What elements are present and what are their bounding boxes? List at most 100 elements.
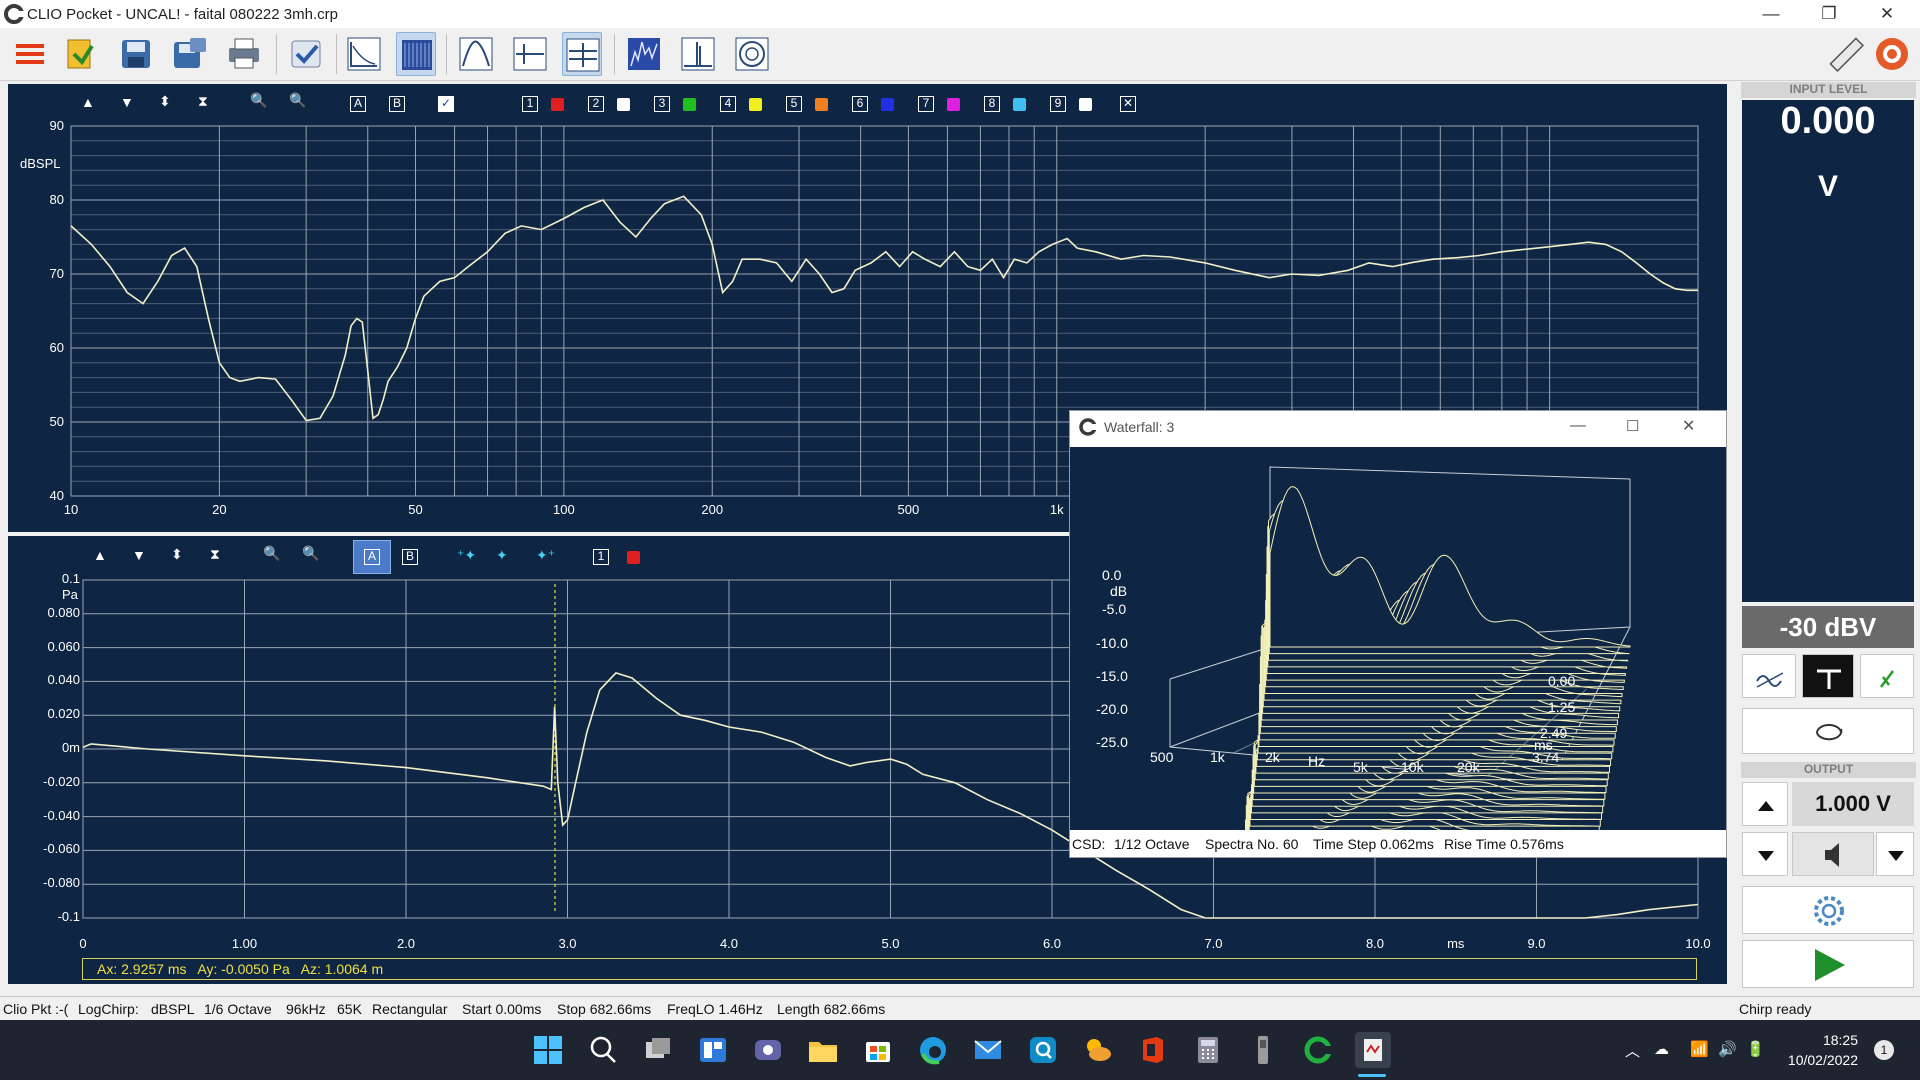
waterfall-db-label: -5.0 <box>1102 601 1127 617</box>
help-icon[interactable] <box>1872 32 1912 76</box>
impedance-icon[interactable] <box>510 32 550 76</box>
x-tick-label: 3.0 <box>558 936 577 951</box>
impulse-icon[interactable] <box>678 32 718 76</box>
status-item: Length 682.66ms <box>777 1001 886 1017</box>
office-icon[interactable] <box>1135 1032 1171 1068</box>
waveform-icon[interactable] <box>562 32 602 76</box>
autorange-button[interactable] <box>1860 654 1914 698</box>
clock-date[interactable]: 10/02/2022 <box>1778 1052 1858 1068</box>
start-icon[interactable] <box>530 1032 566 1068</box>
clio-app-icon[interactable] <box>1300 1032 1336 1068</box>
x-tick-label: 2.0 <box>396 936 416 951</box>
status-item: 1/6 Octave <box>204 1001 272 1017</box>
wifi-icon[interactable]: 📶 <box>1690 1040 1709 1058</box>
waterfall-time-step: Time Step 0.062ms <box>1313 836 1434 852</box>
clock-time[interactable]: 18:25 <box>1788 1032 1858 1048</box>
battery-icon[interactable]: 🔋 <box>1746 1040 1765 1058</box>
waterfall-csd-label: CSD: <box>1072 836 1106 852</box>
store-icon[interactable] <box>860 1032 896 1068</box>
y-tick-label: 0.1 <box>61 571 80 586</box>
edge-icon[interactable] <box>915 1032 951 1068</box>
output-down-button[interactable] <box>1742 832 1788 876</box>
search-icon[interactable] <box>585 1032 621 1068</box>
ruler-icon[interactable] <box>1826 32 1866 76</box>
status-item: FreqLO 1.46Hz <box>667 1001 763 1017</box>
input-filter-button[interactable] <box>1742 654 1796 698</box>
waterfall-freq-label: 1k <box>1210 749 1225 765</box>
x-tick-label: 1.00 <box>231 936 258 951</box>
print-icon[interactable] <box>224 32 264 76</box>
waterfall-time-label: 3.74 <box>1532 749 1560 765</box>
output-label: OUTPUT <box>1741 762 1916 778</box>
volume-icon[interactable]: 🔊 <box>1718 1040 1737 1058</box>
speaker-button[interactable] <box>1792 832 1874 876</box>
save-as-icon[interactable] <box>170 32 210 76</box>
x-tick-label: 20 <box>212 502 227 517</box>
y-tick-label: 0m <box>61 740 80 755</box>
y-tick-label: 90 <box>49 118 64 133</box>
task-view-icon[interactable] <box>640 1032 676 1068</box>
status-item: LogChirp: <box>78 1001 139 1017</box>
x-tick-label: 7.0 <box>1204 936 1223 951</box>
cursor-readout-box: Ax: 2.9257 ms Ay: -0.0050 Pa Az: 1.0064 … <box>82 958 1697 980</box>
input-level-label: INPUT LEVEL <box>1741 82 1916 98</box>
active-indicator <box>1358 1074 1386 1077</box>
chevron-up-icon[interactable]: ︿ <box>1625 1040 1640 1061</box>
waterfall-close-button[interactable]: ✕ <box>1682 416 1695 436</box>
status-item: Start 0.00ms <box>462 1001 542 1017</box>
cursor-readout: Ax: 2.9257 ms Ay: -0.0050 Pa Az: 1.0064 … <box>97 961 384 977</box>
play-button[interactable] <box>1742 940 1914 988</box>
status-item: 96kHz <box>286 1001 326 1017</box>
waterfall-maximize-button[interactable]: ☐ <box>1626 417 1639 435</box>
output-dropdown-button[interactable] <box>1876 832 1914 876</box>
waterfall-icon[interactable] <box>624 32 664 76</box>
settings-button[interactable] <box>1742 886 1914 934</box>
teams-chat-icon[interactable] <box>750 1032 786 1068</box>
mail-icon[interactable] <box>970 1032 1006 1068</box>
quickassist-icon[interactable] <box>1025 1032 1061 1068</box>
clio-pocket-active-icon[interactable] <box>1355 1032 1391 1068</box>
output-up-button[interactable] <box>1742 782 1788 826</box>
loop-button[interactable] <box>1742 708 1914 754</box>
waterfall-minimize-button[interactable]: — <box>1570 417 1586 435</box>
phantom-button[interactable] <box>1802 654 1854 698</box>
widgets-icon[interactable] <box>695 1032 731 1068</box>
gear-icon <box>1814 896 1844 926</box>
fft-icon[interactable] <box>344 32 384 76</box>
y-tick-label: 50 <box>49 414 64 429</box>
x-tick-label: 500 <box>897 502 920 517</box>
waterfall-time-label: 1.25 <box>1548 699 1576 715</box>
usb-device-icon[interactable] <box>1245 1032 1281 1068</box>
waterfall-freq-label: 20k <box>1457 759 1480 775</box>
check-icon[interactable] <box>286 32 326 76</box>
menu-icon[interactable] <box>10 32 50 76</box>
waterfall-status: CSD: 1/12 Octave Spectra No. 60 Time Ste… <box>1070 831 1726 857</box>
loop-icon <box>1816 724 1843 741</box>
minimize-button[interactable]: — <box>1748 0 1794 28</box>
close-button[interactable]: ✕ <box>1864 0 1910 28</box>
weather-icon[interactable] <box>1080 1032 1116 1068</box>
spectrum-icon[interactable] <box>396 32 436 76</box>
status-bar: Clio Pkt :-( LogChirp: dBSPL 1/6 Octave … <box>0 996 1920 1021</box>
notification-badge[interactable]: 1 <box>1874 1040 1894 1060</box>
filter-wave-icon <box>1756 672 1784 688</box>
input-range-button[interactable]: -30 dBV <box>1742 606 1914 648</box>
calculator-icon[interactable] <box>1190 1032 1226 1068</box>
y-tick-label: 0.020 <box>47 706 80 722</box>
y-tick-label: 60 <box>49 340 64 355</box>
save-icon[interactable] <box>116 32 156 76</box>
polar-icon[interactable] <box>732 32 772 76</box>
file-explorer-icon[interactable] <box>805 1032 841 1068</box>
x-tick-label: 100 <box>553 502 575 517</box>
x-tick-label: 10.0 <box>1685 936 1711 951</box>
waterfall-octave: 1/12 Octave <box>1114 836 1190 852</box>
maximize-button[interactable]: ❐ <box>1806 0 1852 28</box>
waterfall-window: Waterfall: 3 — ☐ ✕ 0.0 dB -5.0 -10.0 -15.0 -2… <box>1069 410 1727 874</box>
x-tick-label: 200 <box>701 502 724 517</box>
waterfall-freq-label: 5k <box>1353 759 1368 775</box>
status-item: Rectangular <box>372 1001 448 1017</box>
x-tick-label: 10 <box>63 502 79 517</box>
frequency-response-icon[interactable] <box>456 32 496 76</box>
onedrive-icon[interactable]: ☁ <box>1654 1040 1669 1058</box>
open-icon[interactable] <box>60 32 100 76</box>
